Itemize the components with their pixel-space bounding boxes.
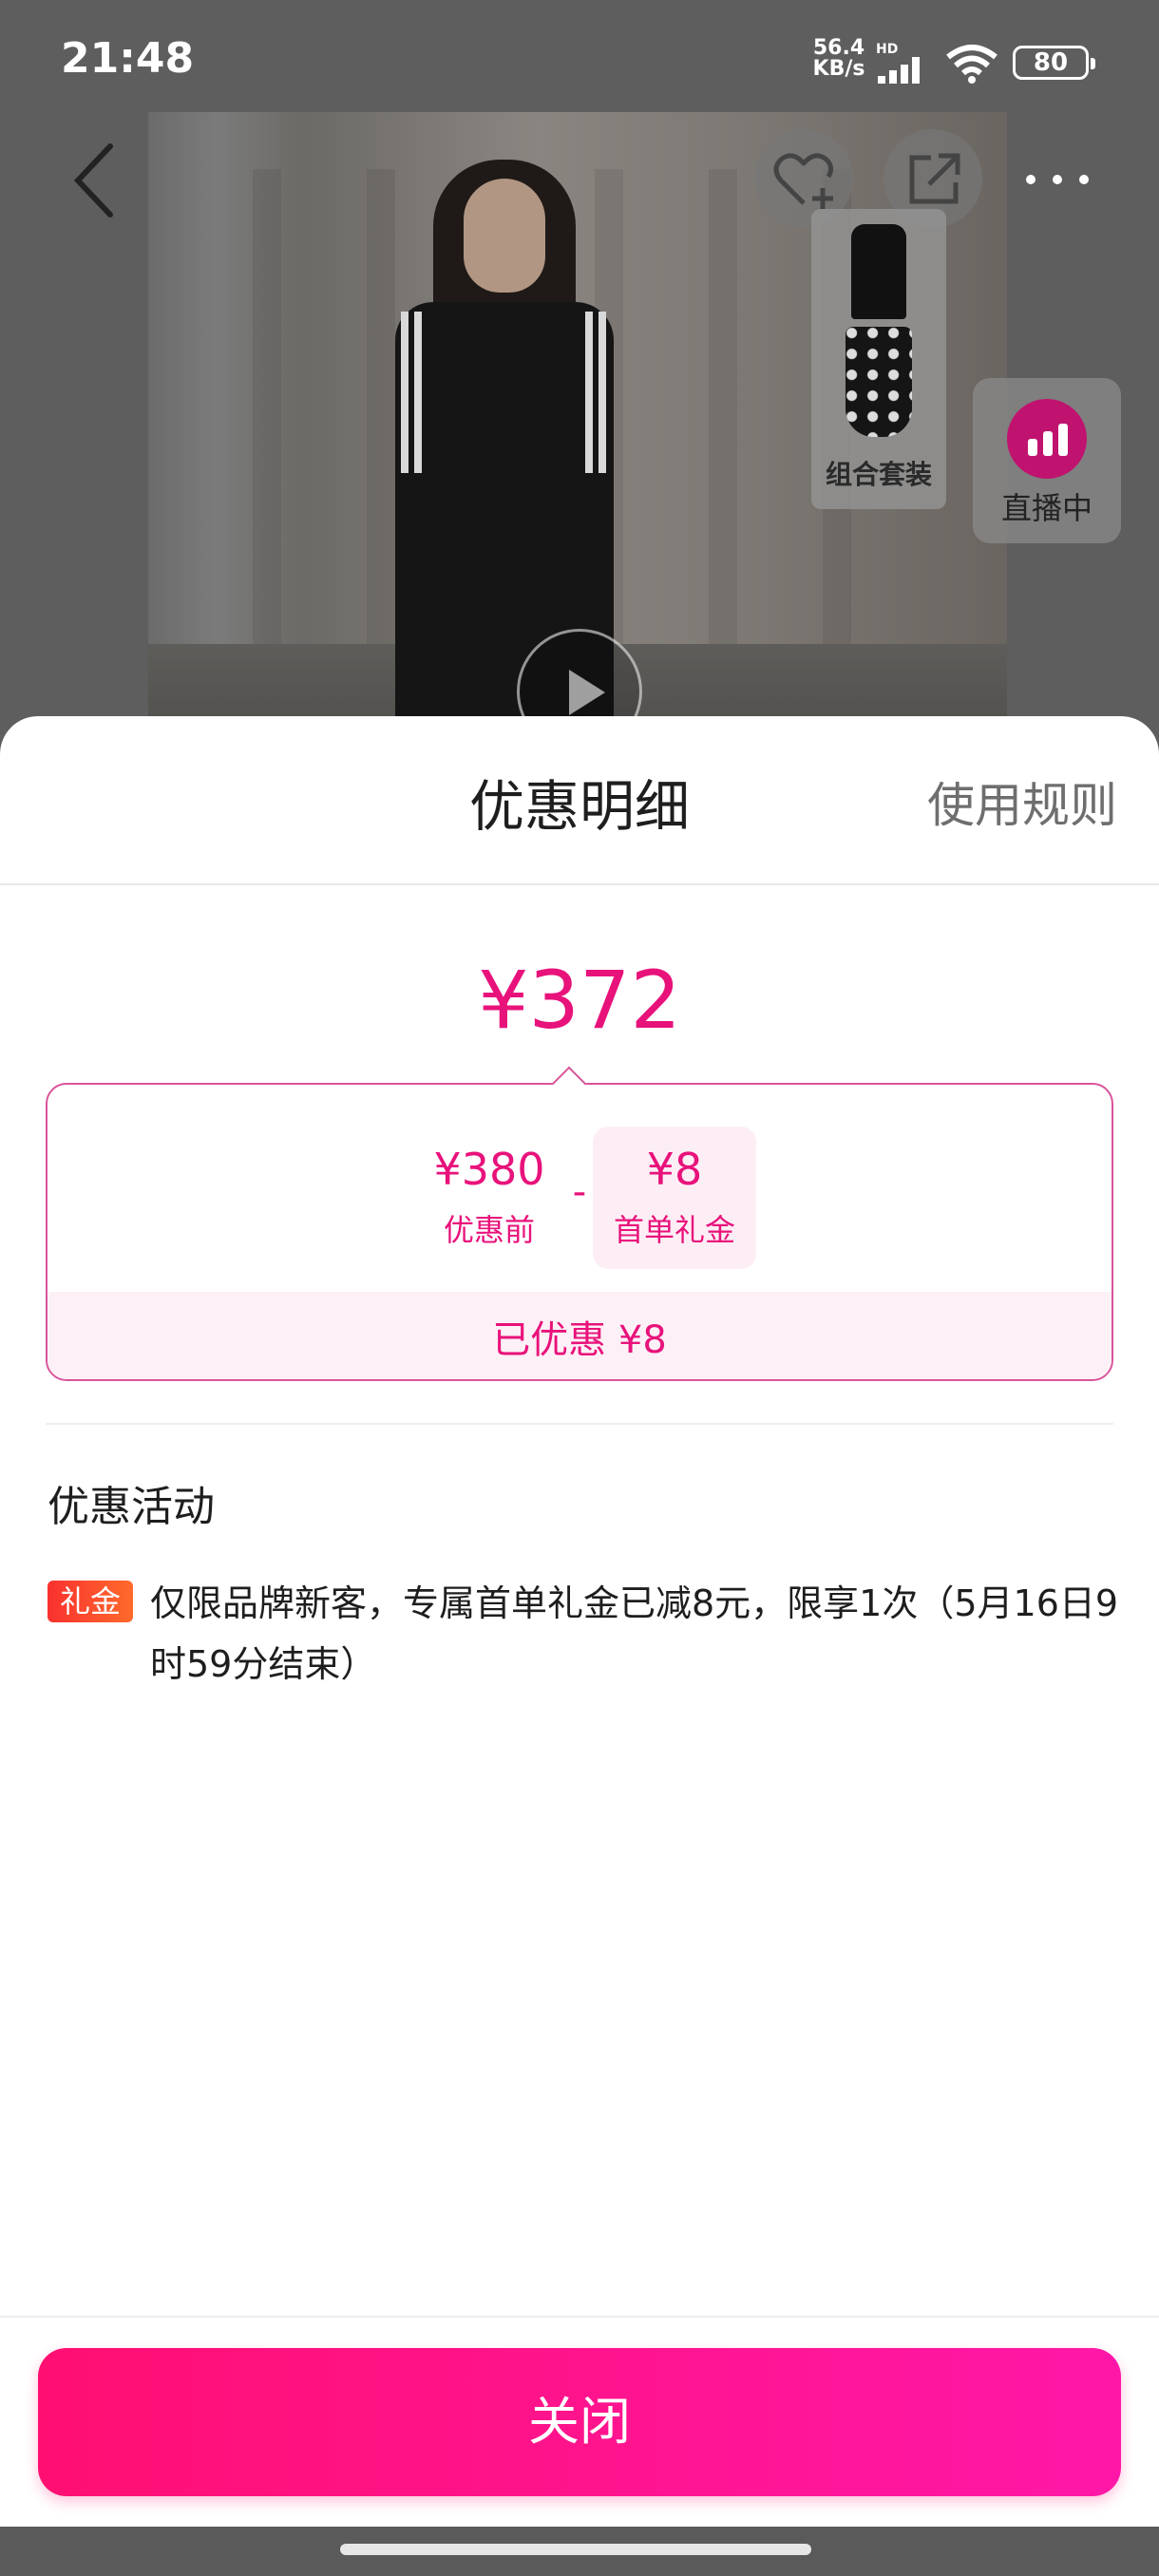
combo-set-card[interactable]: 组合套装 [811, 209, 946, 509]
combo-top-thumbnail [851, 224, 906, 319]
dress-stripe [585, 312, 593, 473]
wifi-icon [946, 45, 998, 84]
network-speed-value: 56.4 [812, 36, 865, 60]
live-stream-badge[interactable]: 直播中 [973, 378, 1121, 543]
live-label: 直播中 [1000, 490, 1092, 526]
combo-skirt-thumbnail [846, 327, 912, 437]
discount-label: 首单礼金 [613, 1212, 735, 1248]
final-price: ¥372 [478, 954, 681, 1047]
status-time: 21:48 [61, 34, 195, 83]
discount-chip: ¥8 首单礼金 [593, 1127, 756, 1269]
live-icon [1007, 399, 1087, 479]
saved-summary-strip: 已优惠 ¥8 [48, 1292, 1112, 1379]
footer-divider [0, 2316, 1159, 2318]
dress-stripe [401, 312, 408, 473]
promotions-heading: 优惠活动 [48, 1483, 215, 1531]
system-nav-bar [0, 2527, 1159, 2576]
saved-amount-text: 已优惠 ¥8 [492, 1318, 667, 1362]
price-breakdown-box: ¥380 优惠前 - ¥8 首单礼金 已优惠 ¥8 [46, 1066, 1113, 1381]
discount-detail-sheet: 优惠明细 使用规则 ¥372 ¥380 优惠前 - ¥8 首单礼金 已优惠 ¥8… [0, 716, 1159, 2576]
battery-icon: 80 [1013, 46, 1095, 80]
combo-set-label: 组合套装 [825, 459, 932, 490]
battery-level: 80 [1033, 48, 1069, 77]
product-media-area: 21:48 56.4 KB/s HD 80 组合套装 直播中 [0, 0, 1159, 760]
discount-amount: ¥8 [646, 1144, 703, 1195]
close-button[interactable]: 关闭 [38, 2348, 1121, 2496]
dress-stripe [414, 312, 422, 473]
more-icon[interactable] [1015, 152, 1100, 205]
network-speed: 56.4 KB/s [809, 38, 868, 80]
dress-stripe [598, 312, 606, 473]
usage-rules-link[interactable]: 使用规则 [927, 767, 1117, 836]
breakdown-pointer [551, 1066, 587, 1102]
back-arrow-icon[interactable] [57, 133, 133, 228]
header-divider [0, 883, 1159, 885]
original-price: ¥380 [433, 1144, 545, 1195]
section-divider [46, 1423, 1113, 1425]
status-bar: 21:48 56.4 KB/s HD 80 [0, 0, 1159, 112]
original-price-label: 优惠前 [443, 1212, 535, 1248]
signal-icon [878, 57, 920, 84]
gift-badge: 礼金 [48, 1581, 133, 1622]
home-indicator[interactable] [340, 2544, 811, 2555]
model-face [464, 179, 545, 293]
promotion-description: 仅限品牌新客，专属首单礼金已减8元，限享1次（5月16日9时59分结束） [150, 1582, 1119, 1685]
network-speed-unit: KB/s [812, 57, 865, 81]
